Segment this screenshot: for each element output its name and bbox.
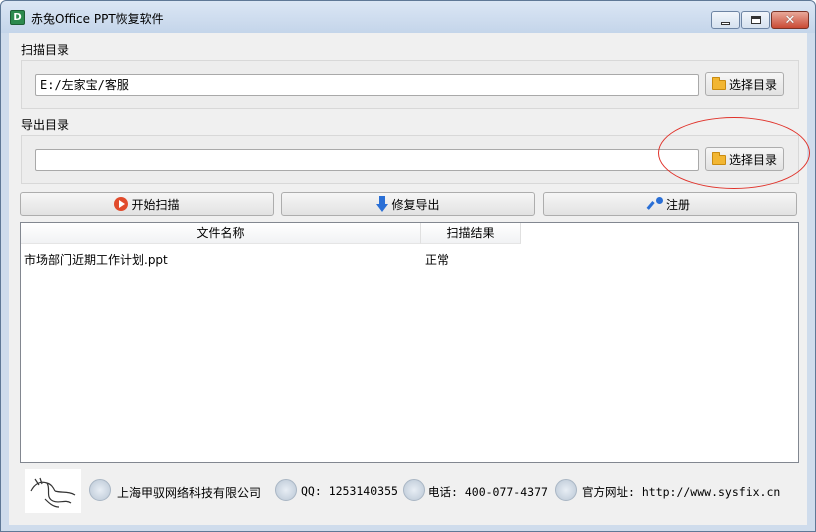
folder-icon <box>711 77 726 90</box>
globe-icon <box>555 479 577 501</box>
scan-dir-label: 扫描目录 <box>21 43 70 57</box>
scan-browse-button[interactable]: 选择目录 <box>705 72 784 96</box>
company-logo <box>25 469 81 513</box>
close-button[interactable]: ✕ <box>771 11 809 29</box>
repair-export-label: 修复导出 <box>391 197 440 212</box>
export-dir-label: 导出目录 <box>21 118 70 132</box>
close-icon: ✕ <box>784 12 796 28</box>
start-scan-label: 开始扫描 <box>131 197 180 212</box>
maximize-icon <box>750 16 761 24</box>
column-header-filename[interactable]: 文件名称 <box>21 223 421 244</box>
scan-browse-label: 选择目录 <box>728 77 777 92</box>
phone-icon <box>403 479 425 501</box>
register-button[interactable]: 注册 <box>543 192 797 216</box>
repair-export-button[interactable]: 修复导出 <box>281 192 535 216</box>
start-scan-button[interactable]: 开始扫描 <box>20 192 274 216</box>
app-window: D 赤兔Office PPT恢复软件 ✕ 扫描目录 E:/左家宝/客服 选择目录… <box>0 0 816 532</box>
results-list[interactable]: 文件名称 扫描结果 市场部门近期工作计划.ppt 正常 <box>20 222 799 463</box>
key-icon <box>650 197 663 211</box>
qq-penguin-icon <box>275 479 297 501</box>
footer: 上海甲驭网络科技有限公司 QQ: 1253140355 电话: 400-077-… <box>9 469 807 519</box>
arrow-down-icon <box>376 196 389 212</box>
scan-dir-input[interactable]: E:/左家宝/客服 <box>35 74 699 96</box>
minimize-icon <box>721 21 730 25</box>
minimize-button[interactable] <box>711 11 740 29</box>
building-icon <box>89 479 111 501</box>
play-icon <box>114 197 129 211</box>
company-name: 上海甲驭网络科技有限公司 <box>117 486 262 500</box>
row-result: 正常 <box>425 253 450 267</box>
list-header: 文件名称 扫描结果 <box>21 223 521 244</box>
register-label: 注册 <box>665 197 690 212</box>
website-link[interactable]: 官方网址: http://www.sysfix.cn <box>582 484 780 500</box>
row-filename: 市场部门近期工作计划.ppt <box>24 253 168 267</box>
table-row[interactable]: 市场部门近期工作计划.ppt 正常 <box>21 251 798 269</box>
maximize-button[interactable] <box>741 11 770 29</box>
window-title: 赤兔Office PPT恢复软件 <box>31 12 164 26</box>
column-header-result[interactable]: 扫描结果 <box>421 223 521 244</box>
scan-dir-group: E:/左家宝/客服 选择目录 <box>21 60 799 109</box>
qq-number: QQ: 1253140355 <box>301 484 398 498</box>
client-area: 扫描目录 E:/左家宝/客服 选择目录 导出目录 选择目录 开始扫描 修复导出 <box>9 33 807 525</box>
title-bar[interactable]: D 赤兔Office PPT恢复软件 ✕ <box>1 1 815 33</box>
export-dir-input[interactable] <box>35 149 699 171</box>
app-icon: D <box>10 10 25 25</box>
annotation-circle <box>658 117 810 189</box>
phone-number: 电话: 400-077-4377 <box>428 485 548 499</box>
